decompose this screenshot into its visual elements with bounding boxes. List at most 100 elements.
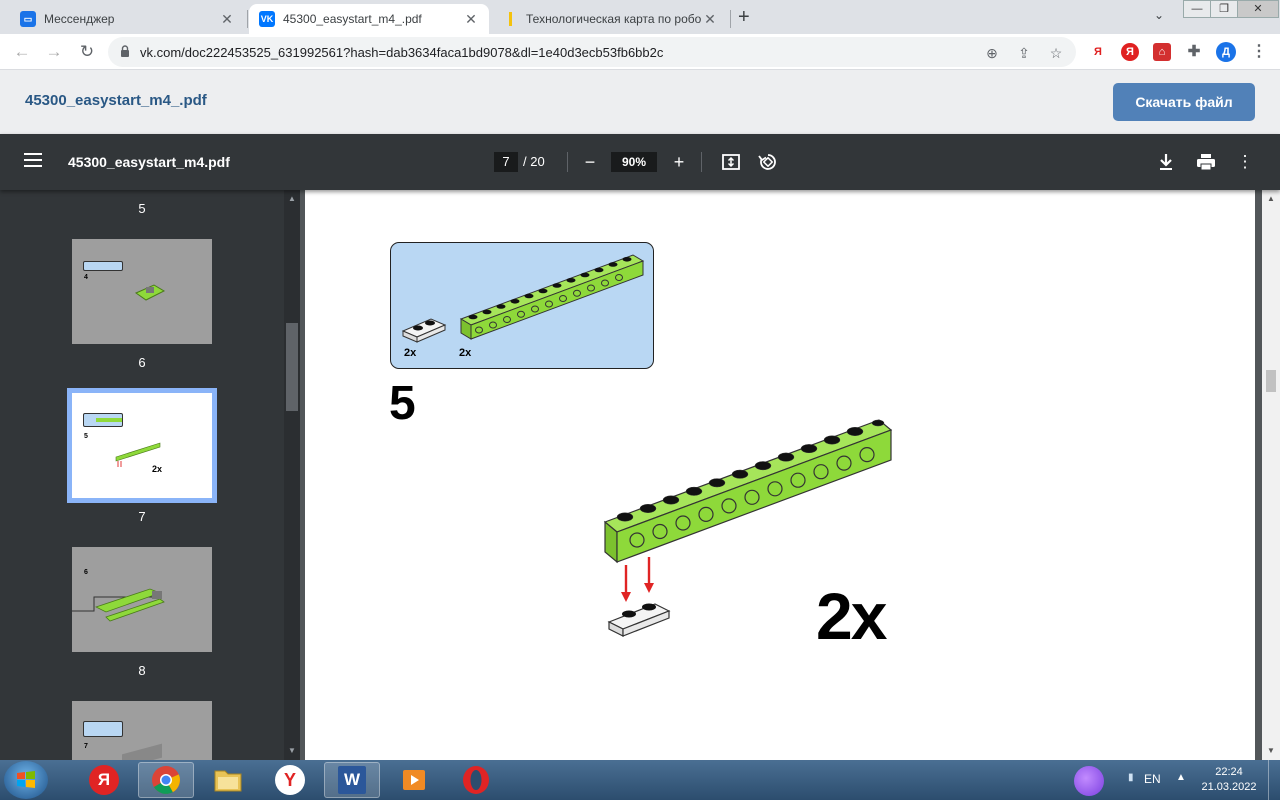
- reload-icon[interactable]: ↻: [75, 40, 99, 64]
- yandex-mail-icon[interactable]: Я: [1121, 43, 1139, 61]
- thumbnail-page-8[interactable]: 6: [72, 547, 212, 652]
- thumb-count: 2x: [152, 464, 163, 474]
- scroll-up-arrow-icon[interactable]: ▲: [1267, 194, 1275, 203]
- tab-title: Мессенджер: [44, 12, 115, 26]
- page-scrollbar[interactable]: ▲ ▼: [1262, 190, 1280, 760]
- page-number-input[interactable]: 7: [494, 152, 518, 172]
- print-icon[interactable]: [1196, 152, 1216, 172]
- tab-title: Технологическая карта по робо: [526, 12, 702, 26]
- minimize-icon[interactable]: —: [1183, 0, 1211, 18]
- thumb-model-image: [134, 284, 166, 301]
- vk-icon: VK: [259, 11, 275, 27]
- toolbar-divider: [567, 152, 568, 172]
- thumbnail-page-label: 8: [138, 663, 146, 678]
- doc-title: 45300_easystart_m4_.pdf: [25, 92, 207, 109]
- tab-divider: [730, 10, 731, 28]
- tab-divider: [247, 10, 248, 28]
- address-bar[interactable]: vk.com/doc222453525_631992561?hash=dab36…: [108, 37, 1076, 67]
- taskbar-yandex-browser[interactable]: Y: [262, 762, 318, 798]
- close-window-icon[interactable]: ✕: [1237, 0, 1279, 18]
- thumb-parts-box: [83, 721, 123, 737]
- thumb-step-number: 4: [84, 274, 88, 281]
- bookmark-star-icon[interactable]: ☆: [1046, 43, 1066, 63]
- new-tab-icon[interactable]: +: [738, 7, 758, 27]
- back-icon[interactable]: ←: [10, 40, 34, 64]
- tab-search-icon[interactable]: ⌄: [1154, 8, 1164, 22]
- language-indicator[interactable]: EN: [1144, 772, 1161, 786]
- thumbnail-page-9[interactable]: 7: [72, 701, 212, 760]
- yandex-y-icon: Y: [275, 765, 305, 795]
- pdf-file-name: 45300_easystart_m4.pdf: [68, 154, 230, 170]
- toolbar-divider: [701, 152, 702, 172]
- more-options-icon[interactable]: ⋮: [1233, 150, 1257, 174]
- plate-part-image: [401, 318, 447, 343]
- page-scroll-thumb[interactable]: [1266, 370, 1276, 392]
- sidebar-menu-icon[interactable]: [24, 153, 42, 167]
- taskbar-word[interactable]: W: [324, 762, 380, 798]
- start-button[interactable]: [4, 761, 48, 799]
- system-clock[interactable]: 22:24 21.03.2022: [1196, 765, 1262, 795]
- share-icon[interactable]: ⇪: [1014, 43, 1034, 63]
- word-icon: W: [338, 766, 366, 794]
- thumbnail-page-label: 6: [138, 355, 146, 370]
- lock-icon: [121, 45, 129, 57]
- pdf-toolbar: 45300_easystart_m4.pdf 7 / 20 − 90% + ⋮: [0, 134, 1280, 190]
- clock-time: 22:24: [1215, 766, 1243, 778]
- profile-avatar[interactable]: Д: [1216, 42, 1236, 62]
- tab-tech-card[interactable]: Технологическая карта по робо ✕: [492, 4, 728, 34]
- close-icon[interactable]: ✕: [463, 11, 479, 27]
- extensions-icon[interactable]: ✚: [1185, 43, 1203, 61]
- arrow-red: [621, 557, 654, 602]
- page-total: / 20: [523, 154, 545, 169]
- thumbnail-sidebar: 5 4 6 5 2x 7 6 8 7 ▲ ▼: [0, 190, 300, 760]
- sidebar-scrollbar[interactable]: ▲ ▼: [284, 190, 300, 760]
- close-icon[interactable]: ✕: [702, 11, 718, 27]
- show-desktop-button[interactable]: [1268, 760, 1280, 800]
- close-icon[interactable]: ✕: [219, 11, 235, 27]
- tray-expand-icon[interactable]: ▲: [1176, 772, 1186, 783]
- scroll-down-arrow-icon[interactable]: ▼: [1267, 746, 1275, 755]
- restore-icon[interactable]: ❐: [1210, 0, 1238, 18]
- clock-date: 21.03.2022: [1201, 781, 1257, 793]
- opera-icon: [463, 766, 489, 794]
- fit-page-icon[interactable]: [721, 152, 741, 172]
- forward-icon[interactable]: →: [42, 40, 66, 64]
- taskbar-opera[interactable]: [448, 762, 504, 798]
- taskbar-yandex[interactable]: Я: [76, 762, 132, 798]
- thumbnail-page-label: 5: [138, 201, 146, 216]
- pdf-page: 2x 2x 5 2x: [305, 190, 1255, 760]
- doc-icon: [502, 11, 518, 27]
- scroll-down-arrow-icon[interactable]: ▼: [288, 746, 296, 755]
- sidebar-scroll-thumb[interactable]: [286, 323, 298, 411]
- download-icon[interactable]: [1157, 152, 1175, 172]
- beam-part-image: [459, 254, 645, 340]
- browser-menu-icon[interactable]: ⋮: [1250, 43, 1268, 61]
- scroll-up-arrow-icon[interactable]: ▲: [288, 194, 296, 203]
- messenger-icon: ▭: [20, 11, 36, 27]
- tab-pdf[interactable]: VK 45300_easystart_m4_.pdf ✕: [249, 4, 489, 34]
- thumbnail-page-6[interactable]: 4: [72, 239, 212, 344]
- rotate-icon[interactable]: [757, 151, 779, 173]
- zoom-input[interactable]: 90%: [611, 152, 657, 172]
- windows-logo-icon: [17, 771, 35, 788]
- thumbnail-page-label: 7: [138, 509, 146, 524]
- zoom-in-icon[interactable]: +: [667, 150, 691, 174]
- zoom-icon[interactable]: ⊕: [982, 43, 1002, 63]
- mic-icon[interactable]: ▮: [1128, 772, 1134, 783]
- parts-list-box: 2x 2x: [390, 242, 654, 369]
- thumbnail-page-7[interactable]: 5 2x: [67, 388, 217, 503]
- taskbar-chrome[interactable]: [138, 762, 194, 798]
- zoom-out-icon[interactable]: −: [578, 150, 602, 174]
- windows-taskbar: Я Y W ▮ EN ▲ 22:24 21.03.2022: [0, 760, 1280, 800]
- tab-messenger[interactable]: ▭ Мессенджер ✕: [10, 4, 245, 34]
- thumb-parts-box: [83, 413, 123, 427]
- yandex-icon[interactable]: Я: [1089, 43, 1107, 61]
- folder-icon: [214, 770, 242, 792]
- acrobat-icon[interactable]: ⌂: [1153, 43, 1171, 61]
- download-file-button[interactable]: Скачать файл: [1113, 83, 1255, 121]
- part-quantity: 2x: [459, 347, 472, 359]
- taskbar-media-player[interactable]: [386, 762, 442, 798]
- alice-assistant-icon[interactable]: [1074, 766, 1104, 796]
- taskbar-explorer[interactable]: [200, 762, 256, 798]
- thumb-model-image: [72, 588, 165, 622]
